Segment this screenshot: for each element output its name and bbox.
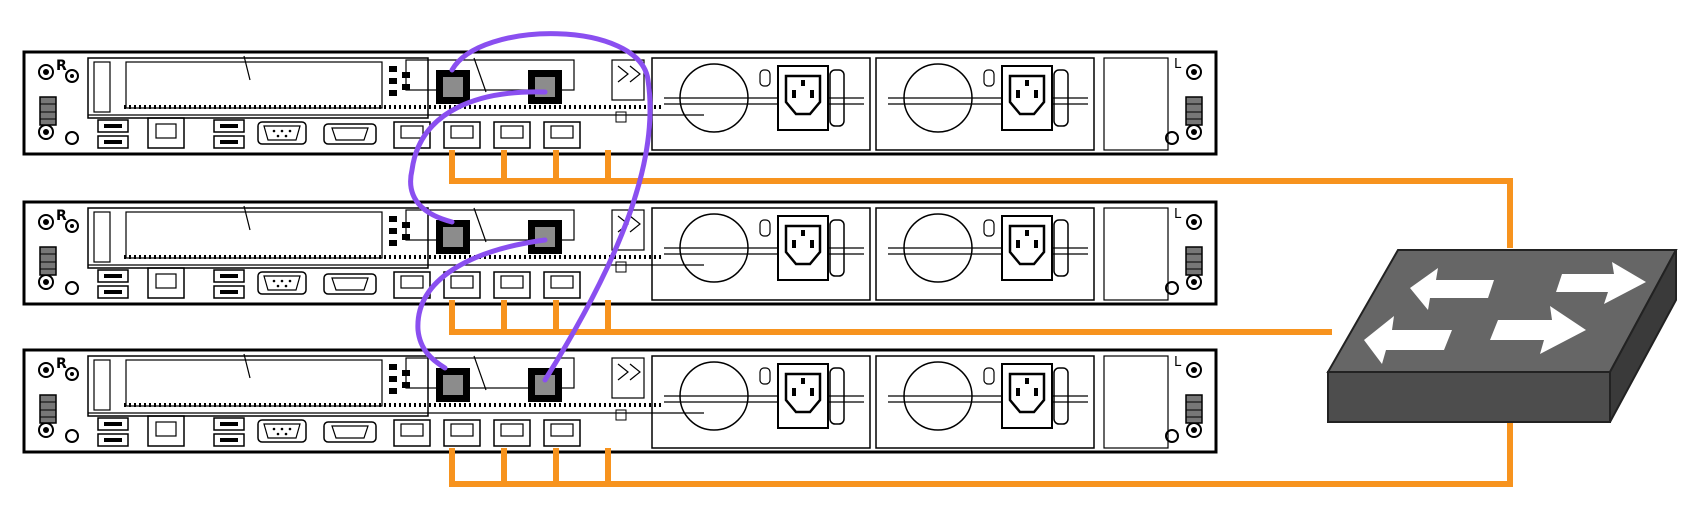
server-cabling-diagram: R L R L R L [22, 31, 1678, 487]
server-2-left-label: R [56, 208, 67, 224]
server-3-right-label: L [1174, 355, 1182, 370]
server-2: R L [22, 200, 1218, 306]
server-3: R L [22, 348, 1218, 454]
server-1: R L [22, 50, 1218, 156]
network-switch-icon [1326, 249, 1678, 423]
server-1-right-label: L [1174, 57, 1182, 72]
server-1-left-label: R [56, 58, 67, 74]
server-3-left-label: R [56, 356, 67, 372]
server-2-right-label: L [1174, 207, 1182, 222]
